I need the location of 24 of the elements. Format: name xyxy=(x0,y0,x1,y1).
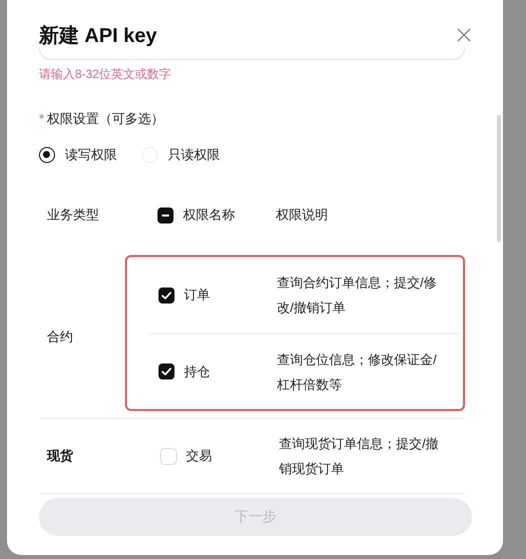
permission-description: 查询现货订单信息；提交/撤销现货订单 xyxy=(279,435,440,478)
business-type: 现货 xyxy=(46,447,74,465)
checkbox[interactable] xyxy=(158,286,175,304)
dialog-title: 新建 API key xyxy=(39,24,157,48)
radio-option[interactable]: 读写权限 xyxy=(39,146,117,164)
checkbox[interactable] xyxy=(160,448,177,464)
permission-description: 查询仓位信息；修改保证金/杠杆倍数等 xyxy=(277,350,438,394)
checkbox[interactable] xyxy=(158,363,175,380)
select-all-checkbox[interactable] xyxy=(157,206,174,224)
error-message: 请输入8-32位英文或数字 xyxy=(39,66,172,82)
input-field[interactable] xyxy=(39,48,465,60)
required-mark: * xyxy=(39,110,44,128)
column-header: 权限名称 xyxy=(183,206,235,224)
column-header: 业务类型 xyxy=(46,206,100,224)
radio-option[interactable]: 只读权限 xyxy=(142,146,220,164)
business-type: 合约 xyxy=(46,328,74,346)
permission-description: 查询合约订单信息；提交/修改/撤销订单 xyxy=(277,274,438,317)
permission-name: 持仓 xyxy=(184,362,210,380)
permission-name: 订单 xyxy=(184,286,210,304)
field-label: 权限设置（可多选） xyxy=(47,110,164,128)
close-icon[interactable] xyxy=(457,28,471,42)
column-header: 权限说明 xyxy=(276,206,329,224)
scrollbar[interactable] xyxy=(497,115,501,242)
permission-name: 交易 xyxy=(186,447,212,465)
